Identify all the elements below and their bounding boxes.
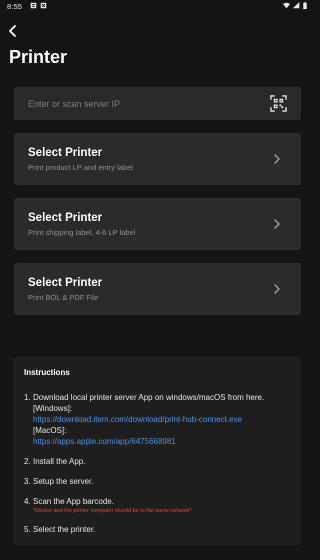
instructions-title: Instructions xyxy=(24,368,70,377)
instruction-step: 1. Download local printer server App on … xyxy=(24,392,294,447)
card-title: Select Printer xyxy=(28,277,103,289)
step-text: Scan the App barcode. xyxy=(33,497,114,506)
notification-icon xyxy=(30,2,37,9)
chevron-right-icon xyxy=(274,284,280,294)
step-text: Setup the server. xyxy=(33,477,94,486)
printer-card-shipping-label[interactable]: Select Printer Print shipping label, 4-6… xyxy=(14,198,301,250)
status-bar: 8:55 xyxy=(0,0,315,14)
server-ip-input[interactable] xyxy=(14,87,254,120)
step-text: Select the printer. xyxy=(33,525,96,534)
qr-scan-icon[interactable] xyxy=(270,95,287,112)
instruction-step: 3. Setup the server. xyxy=(24,476,294,487)
instructions-list: 1. Download local printer server App on … xyxy=(24,392,294,544)
step-text: Download local printer server App on win… xyxy=(33,393,265,402)
server-ip-field xyxy=(14,87,301,120)
chevron-right-icon xyxy=(274,154,280,164)
mac-download-link[interactable]: https://apps.apple.com/app/6475668981 xyxy=(33,436,294,447)
windows-download-link[interactable]: https://download.item.com/download/print… xyxy=(33,414,294,425)
card-subtitle: Print shipping label, 4-6 LP label xyxy=(28,228,136,237)
chevron-left-icon xyxy=(9,25,16,37)
signal-icon xyxy=(293,2,300,9)
card-title: Select Printer xyxy=(28,212,103,224)
gallery-icon xyxy=(40,2,47,9)
page-title: Printer xyxy=(9,47,68,67)
card-subtitle: Print product LP and entry label xyxy=(28,163,133,172)
back-button[interactable] xyxy=(4,22,22,40)
status-time: 8:55 xyxy=(7,2,22,11)
card-title: Select Printer xyxy=(28,147,103,159)
battery-icon xyxy=(303,2,307,9)
printer-card-bol-pdf[interactable]: Select Printer Print BOL & PDF File xyxy=(14,263,301,315)
instructions-panel: Instructions 1. Download local printer s… xyxy=(14,357,301,545)
step-text: Install the App. xyxy=(33,457,86,466)
windows-label: [Windows]: xyxy=(33,404,73,413)
wifi-icon xyxy=(283,2,290,9)
mac-label: [MacOS]: xyxy=(33,426,67,435)
instruction-step: 4. Scan the App barcode. *Device and the… xyxy=(24,496,294,515)
instruction-step: 5. Select the printer. xyxy=(24,524,294,535)
printer-card-product-label[interactable]: Select Printer Print product LP and entr… xyxy=(14,133,301,185)
card-subtitle: Print BOL & PDF File xyxy=(28,293,99,302)
chevron-right-icon xyxy=(274,219,280,229)
instruction-step: 2. Install the App. xyxy=(24,456,294,467)
network-note: *Device and the printer computer should … xyxy=(33,508,192,514)
